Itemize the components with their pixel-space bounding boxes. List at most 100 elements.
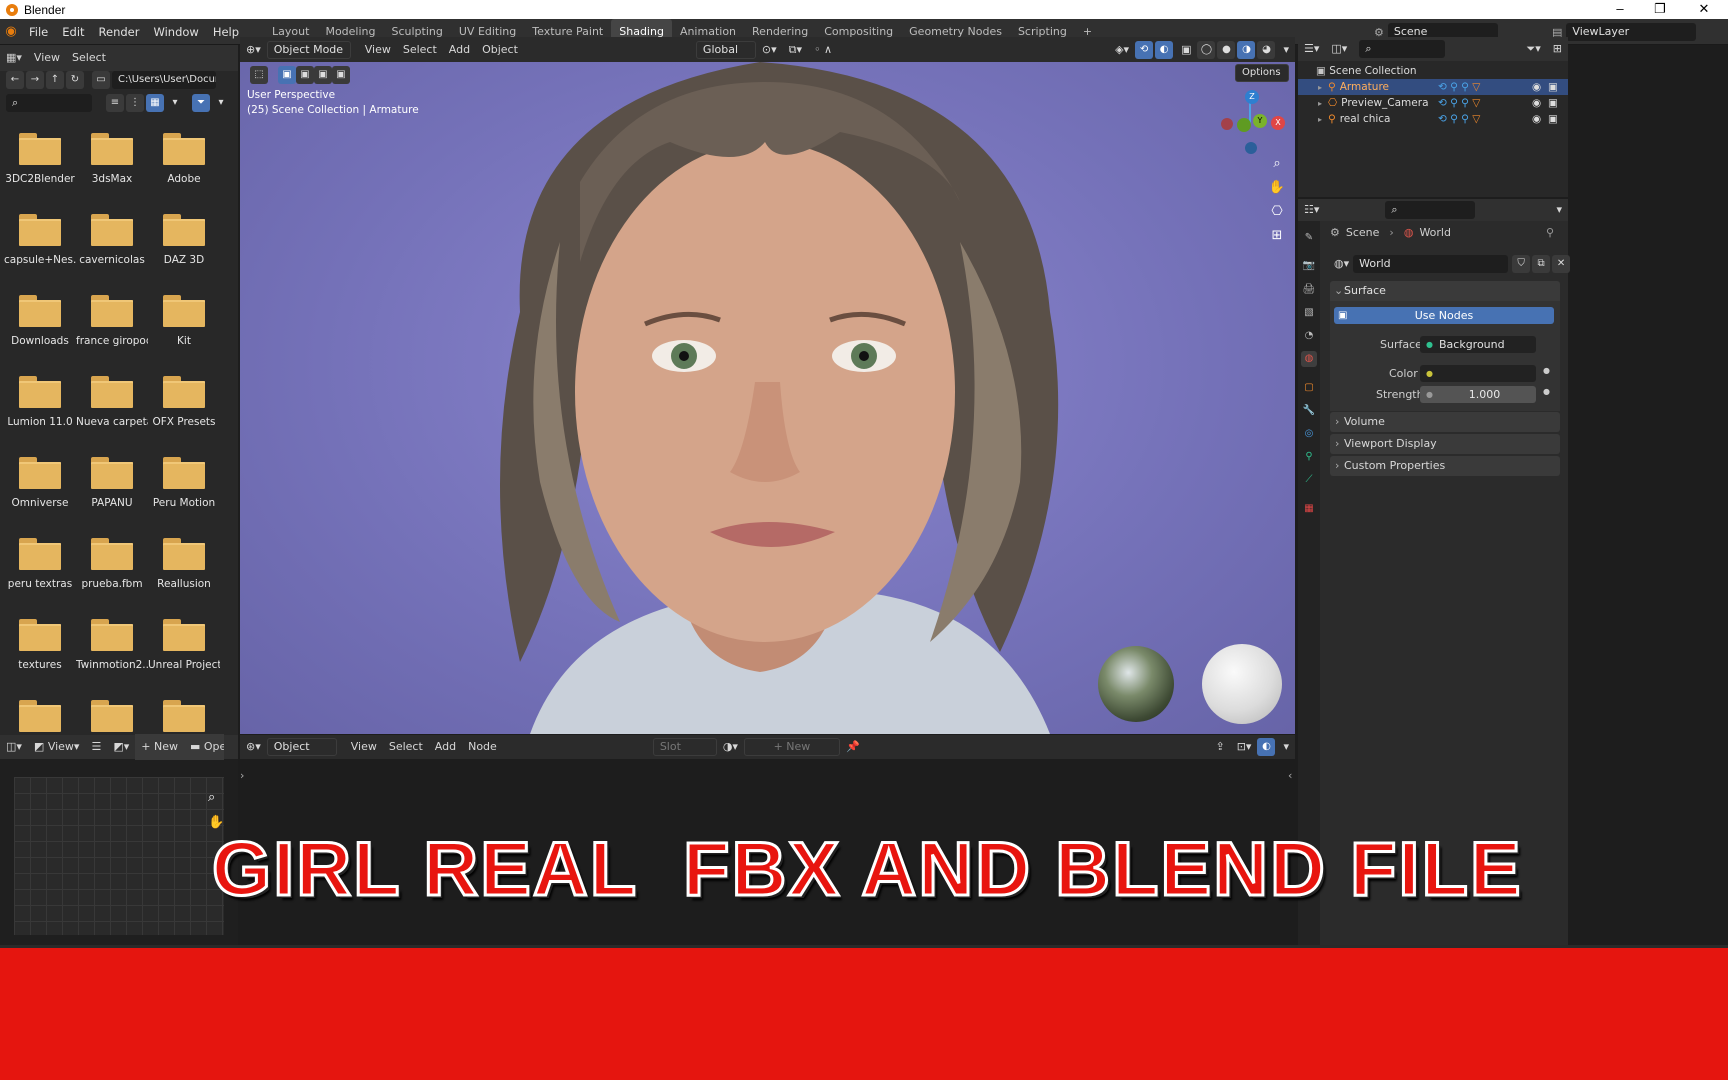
outliner-item[interactable]: ▸ ⚲ real chica ⟲ ⚲ ⚲ ▽ ◉ ▣ [1298, 111, 1568, 127]
zoom-icon[interactable]: ⌕ [1266, 156, 1288, 180]
toolbar-expand-icon[interactable]: › [240, 769, 244, 782]
world-name-field[interactable]: World [1353, 255, 1509, 273]
new-folder-icon[interactable]: ▭ [92, 71, 110, 89]
image-zoom-icon[interactable]: ⌕ [208, 790, 215, 805]
rendered-shading-icon[interactable]: ◕ [1257, 40, 1276, 59]
strength-keyframe-icon[interactable]: ● [1543, 387, 1550, 396]
display-list-icon[interactable]: ≡ [106, 94, 124, 112]
chevron-down-icon[interactable]: ▾ [166, 94, 184, 112]
material-browse-icon[interactable]: ◑▾ [717, 734, 744, 760]
texture-tab-icon[interactable]: ▦ [1301, 501, 1317, 517]
folder-item[interactable]: Peru Motion [148, 457, 220, 509]
folder-item[interactable]: cavernicolas [76, 214, 148, 266]
properties-options-chevron-icon[interactable]: ▾ [1550, 197, 1568, 223]
visibility-icon[interactable]: ◈▾ [1109, 37, 1135, 63]
folder-item[interactable]: OFX Presets [148, 376, 220, 428]
world-tab-icon[interactable]: ◍ [1301, 351, 1317, 367]
file-search-input[interactable]: ⌕ [6, 94, 92, 112]
image-browse-icon[interactable]: ◩▾ [107, 734, 135, 760]
color-swatch[interactable] [1434, 367, 1532, 380]
folder-item[interactable] [76, 700, 148, 735]
outliner-scene-collection[interactable]: ▣ Scene Collection [1298, 63, 1568, 79]
surface-shader-field[interactable]: ● Background [1420, 336, 1536, 353]
viewlayer-field[interactable]: ViewLayer [1566, 23, 1697, 41]
file-menu-select[interactable]: Select [66, 45, 112, 71]
gizmo-icon[interactable]: ⟲ [1135, 40, 1154, 59]
image-editor-type-icon[interactable]: ◫▾ [0, 734, 28, 760]
close-button[interactable]: ✕ [1684, 0, 1724, 19]
modifier-tab-icon[interactable]: 🔧 [1301, 403, 1317, 419]
mode-dropdown[interactable]: Object Mode [266, 40, 351, 59]
wireframe-shading-icon[interactable]: ◯ [1197, 40, 1216, 59]
blender-menu-icon[interactable]: ◉ [0, 24, 22, 39]
render-tab-icon[interactable]: 📷 [1301, 258, 1317, 274]
folder-item[interactable]: Lumion 11.0 [4, 376, 76, 428]
viewport-menu-select[interactable]: Select [397, 37, 443, 63]
folder-item[interactable]: PAPANU [76, 457, 148, 509]
pin-icon[interactable]: 📌 [840, 734, 866, 760]
shader-type-dropdown[interactable]: Object [266, 738, 337, 756]
hamburger-icon[interactable]: ☰ [85, 734, 107, 760]
custom-properties-panel-header[interactable]: Custom Properties [1330, 456, 1560, 476]
node-menu-view[interactable]: View [345, 734, 383, 760]
display-mode-icon[interactable]: ◫▾ [1325, 36, 1353, 62]
parent-node-tree-icon[interactable]: ⇪ [1210, 734, 1231, 760]
unlink-icon[interactable]: ✕ [1552, 255, 1571, 273]
object-data-tab-icon[interactable]: ⚲ [1301, 449, 1317, 465]
gizmo-x-axis[interactable]: X [1271, 116, 1285, 130]
gizmo-neg-z[interactable] [1245, 142, 1257, 154]
display-columns-icon[interactable]: ⋮ [126, 94, 144, 112]
folder-item[interactable] [4, 700, 76, 735]
node-overlay-icon[interactable]: ◐ [1257, 738, 1276, 756]
node-menu-node[interactable]: Node [462, 734, 503, 760]
3d-viewport[interactable]: ⬚ ▣ ▣ ▣ ▣ Options User Perspective (25) … [240, 62, 1295, 734]
parent-dir-icon[interactable]: ↑ [46, 71, 64, 89]
gizmo-z-axis[interactable]: Z [1245, 90, 1259, 104]
volume-panel-header[interactable]: Volume [1330, 412, 1560, 432]
menu-window[interactable]: Window [146, 19, 205, 45]
node-editor-type-icon[interactable]: ⊛▾ [240, 734, 267, 760]
maximize-button[interactable]: ❐ [1640, 0, 1680, 19]
new-collection-icon[interactable]: ⊞ [1547, 36, 1568, 62]
folder-item[interactable]: Adobe [148, 133, 220, 185]
proportional-edit-icon[interactable]: ◦ ∧ [808, 37, 838, 63]
outliner-filter-icon[interactable]: ⏷▾ [1520, 36, 1546, 62]
menu-file[interactable]: File [22, 19, 55, 45]
forward-icon[interactable]: → [26, 71, 44, 89]
bone-tab-icon[interactable]: ⟋ [1301, 472, 1317, 488]
gizmo-y-axis[interactable]: Y [1253, 114, 1267, 128]
new-image-button[interactable]: + New [135, 734, 184, 760]
surface-panel-header[interactable]: ⌄ Surface [1330, 281, 1560, 301]
filter-chevron-icon[interactable]: ▾ [212, 94, 230, 112]
folder-item[interactable]: Reallusion [148, 538, 220, 590]
folder-item[interactable]: Nueva carpeta [76, 376, 148, 428]
use-nodes-button[interactable]: ▣ Use Nodes [1334, 307, 1554, 324]
color-keyframe-icon[interactable]: ● [1543, 366, 1550, 375]
viewport-menu-object[interactable]: Object [476, 37, 524, 63]
open-image-button[interactable]: ▬ Oper [183, 734, 224, 760]
folder-item[interactable]: DAZ 3D [148, 214, 220, 266]
outliner-search-input[interactable]: ⌕ [1359, 40, 1446, 58]
strength-field[interactable]: ● 1.000 [1420, 386, 1536, 403]
navigation-gizmo[interactable]: Z Y X [1215, 90, 1285, 160]
duplicate-icon[interactable]: ⧉ [1532, 255, 1551, 273]
viewport-editor-type-icon[interactable]: ⊕▾ [240, 37, 267, 63]
view-layer-tab-icon[interactable]: ▧ [1301, 305, 1317, 321]
properties-editor-type-icon[interactable]: ☷▾ [1298, 197, 1325, 223]
new-material-button[interactable]: + New [743, 738, 840, 756]
scene-tab-icon[interactable]: ◔ [1301, 328, 1317, 344]
image-view-menu[interactable]: ◩ View▾ [28, 734, 86, 760]
gizmo-neg-x[interactable] [1221, 118, 1233, 130]
fake-user-icon[interactable]: ⛉ [1512, 255, 1531, 273]
folder-item[interactable]: capsule+Nes... [4, 214, 76, 266]
outliner-item[interactable]: ▸ ⚲ Armature ⟲ ⚲ ⚲ ▽ ◉ ▣ [1298, 79, 1568, 95]
image-grid[interactable] [14, 777, 224, 935]
filter-icon[interactable]: ⏷ [192, 94, 210, 112]
folder-item[interactable]: Omniverse [4, 457, 76, 509]
gizmo-neg-y[interactable] [1237, 118, 1251, 132]
editor-type-icon[interactable]: ▦▾ [0, 45, 28, 71]
pivot-icon[interactable]: ⊙▾ [756, 37, 783, 63]
pan-hand-icon[interactable]: ✋ [1266, 180, 1288, 204]
object-tab-icon[interactable]: ▢ [1301, 380, 1317, 396]
viewport-menu-add[interactable]: Add [443, 37, 476, 63]
